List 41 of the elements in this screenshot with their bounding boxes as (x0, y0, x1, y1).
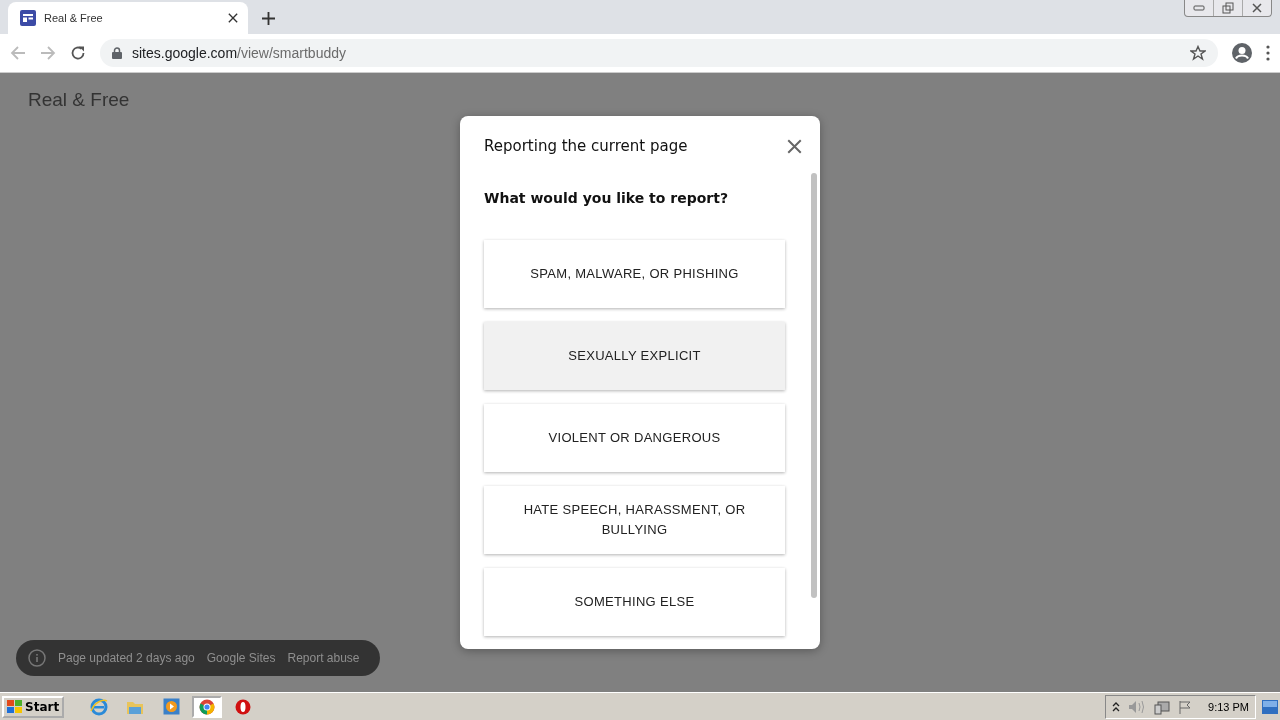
url-path: /view/smartbuddy (237, 45, 346, 61)
chrome-icon[interactable] (199, 698, 216, 715)
close-tab-icon[interactable] (228, 13, 238, 23)
menu-icon[interactable] (1266, 45, 1270, 61)
dialog-title: Reporting the current page (484, 137, 688, 155)
close-icon[interactable] (787, 138, 802, 154)
minimize-icon (1193, 4, 1205, 12)
report-option[interactable]: SEXUALLY EXPLICIT (484, 322, 785, 390)
flag-icon[interactable] (1178, 699, 1193, 714)
page-updated-text: Page updated 2 days ago (58, 651, 195, 665)
close-icon (1251, 3, 1263, 13)
tab-title: Real & Free (44, 12, 104, 24)
lock-icon (112, 47, 122, 59)
browser-tab[interactable]: Real & Free (8, 2, 248, 34)
footer-link[interactable]: Report abuse (287, 651, 360, 665)
scrollbar-thumb[interactable] (811, 173, 817, 598)
star-icon[interactable] (1190, 45, 1206, 61)
report-option[interactable]: HATE SPEECH, HARASSMENT, OR BULLYING (484, 486, 785, 554)
windows-logo-icon (7, 699, 23, 714)
url-host: sites.google.com (132, 45, 238, 61)
footer-link[interactable]: Google Sites (206, 651, 276, 665)
report-option[interactable]: VIOLENT OR DANGEROUS (484, 404, 785, 472)
browser-e-icon[interactable] (90, 697, 109, 716)
start-button[interactable]: Start (2, 695, 65, 718)
restore-icon (1222, 2, 1234, 14)
site-title: Real & Free (28, 89, 130, 110)
dialog-question: What would you like to report? (484, 190, 730, 206)
chevron-up-icon[interactable] (1112, 701, 1121, 712)
account-icon[interactable] (1232, 43, 1252, 63)
reload-icon[interactable] (70, 45, 86, 61)
show-desktop-icon[interactable] (1262, 699, 1278, 714)
opera-icon[interactable] (235, 698, 252, 715)
media-player-icon[interactable] (162, 698, 180, 715)
info-icon[interactable] (28, 649, 46, 667)
address-bar[interactable]: sites.google.com/view/smartbuddy (100, 39, 1218, 67)
site-icon (20, 10, 36, 26)
new-tab-icon[interactable] (262, 11, 275, 25)
report-option[interactable]: SPAM, MALWARE, OR PHISHING (484, 240, 785, 308)
clock: 9:13 PM (1208, 700, 1249, 713)
report-option[interactable]: SOMETHING ELSE (484, 568, 785, 636)
network-icon[interactable] (1154, 698, 1171, 715)
